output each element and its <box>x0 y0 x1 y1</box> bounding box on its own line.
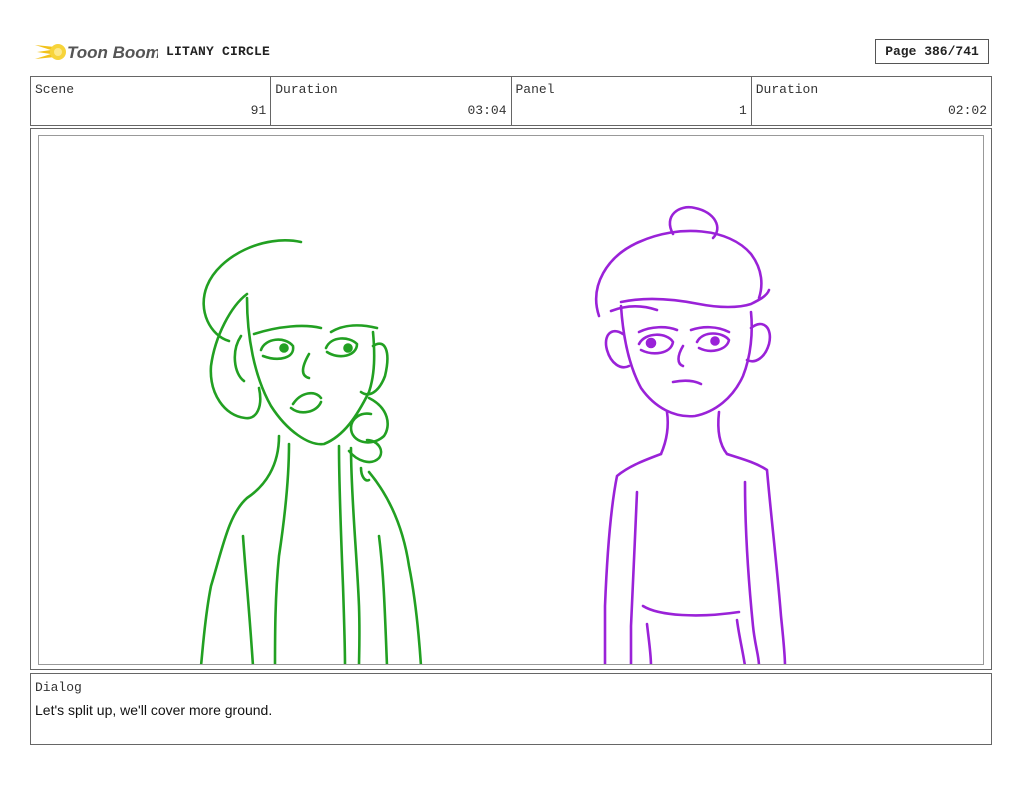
panel-duration-cell: Duration 02:02 <box>752 77 991 125</box>
storyboard-panel <box>30 128 992 670</box>
dialog-label: Dialog <box>35 680 82 695</box>
scene-info-row: Scene 91 Duration 03:04 Panel 1 Duration… <box>30 76 992 126</box>
scene-cell: Scene 91 <box>31 77 272 125</box>
right-character-sketch <box>594 205 787 664</box>
page-number: Page 386/741 <box>875 39 989 64</box>
scene-duration-value: 03:04 <box>467 103 507 118</box>
left-character-sketch <box>199 239 423 664</box>
svg-text:Toon Boom: Toon Boom <box>67 43 158 62</box>
project-title: LITANY CIRCLE <box>166 44 271 59</box>
dialog-text: Let's split up, we'll cover more ground. <box>35 702 273 718</box>
dialog-box: Dialog Let's split up, we'll cover more … <box>30 673 992 745</box>
panel-drawing-area <box>38 135 984 665</box>
scene-duration-label: Duration <box>275 82 338 97</box>
comet-icon <box>35 44 66 60</box>
panel-value: 1 <box>738 103 747 118</box>
scene-label: Scene <box>35 82 75 97</box>
scene-value: 91 <box>250 103 267 118</box>
panel-duration-value: 02:02 <box>947 103 987 118</box>
panel-cell: Panel 1 <box>512 77 752 125</box>
panel-label: Panel <box>515 82 555 97</box>
panel-duration-label: Duration <box>755 82 819 97</box>
scene-duration-cell: Duration 03:04 <box>271 77 512 125</box>
toon-boom-logo: Toon Boom <box>35 43 158 62</box>
